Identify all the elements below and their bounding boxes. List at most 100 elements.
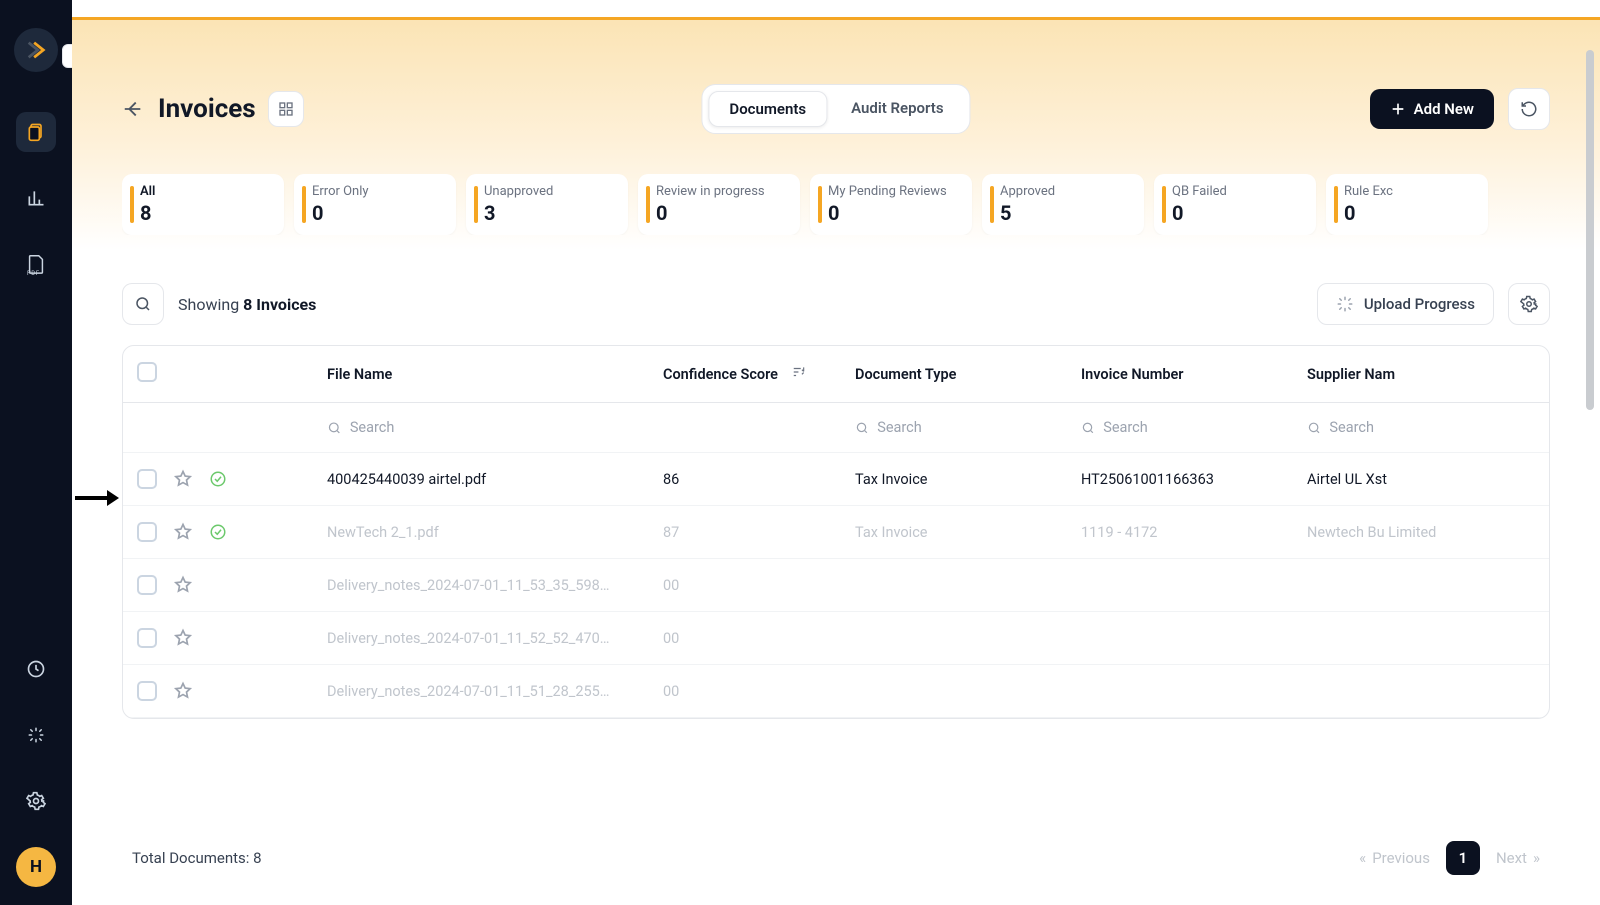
cell-file-name: Delivery_notes_2024-07-01_11_53_35_598… <box>313 559 649 612</box>
col-doc-type[interactable]: Document Type <box>841 346 1067 403</box>
pdf-icon: PDF <box>25 253 47 275</box>
col-invoice-number[interactable]: Invoice Number <box>1067 346 1293 403</box>
col-file-name[interactable]: File Name <box>313 346 649 403</box>
approved-icon <box>209 470 227 488</box>
cell-doc-type <box>841 612 1067 665</box>
status-card-all[interactable]: All8 <box>122 174 284 235</box>
filter-file-name[interactable] <box>327 413 635 442</box>
user-avatar[interactable]: H <box>16 847 56 887</box>
cell-confidence: 00 <box>649 612 841 665</box>
table-row[interactable]: NewTech 2_1.pdf87Tax Invoice1119 - 4172N… <box>123 506 1549 559</box>
status-card-review-in-progress[interactable]: Review in progress0 <box>638 174 800 235</box>
sidebar-item-history[interactable] <box>16 649 56 689</box>
sidebar-nav-bottom: H <box>0 649 72 887</box>
pager-next[interactable]: Next » <box>1496 849 1540 867</box>
row-checkbox[interactable] <box>137 681 157 701</box>
approved-icon <box>209 523 227 541</box>
data-table: File Name Confidence Score Document Type… <box>122 345 1550 719</box>
total-documents: Total Documents: 8 <box>132 849 262 867</box>
star-icon[interactable] <box>173 628 193 648</box>
sort-icon <box>792 365 806 379</box>
page-scrollbar[interactable] <box>1584 20 1596 905</box>
col-supplier-name[interactable]: Supplier Nam <box>1293 346 1549 403</box>
cell-file-name: Delivery_notes_2024-07-01_11_51_28_255… <box>313 665 649 718</box>
sidebar-item-analytics[interactable] <box>16 178 56 218</box>
status-card-qb-failed[interactable]: QB Failed0 <box>1154 174 1316 235</box>
main-area: Invoices Documents Audit Reports Add New… <box>72 20 1600 905</box>
tab-documents[interactable]: Documents <box>708 91 827 127</box>
row-checkbox[interactable] <box>137 575 157 595</box>
tab-audit-reports[interactable]: Audit Reports <box>831 91 963 127</box>
cell-file-name: 400425440039 airtel.pdf <box>313 453 649 506</box>
status-card-my-pending-reviews[interactable]: My Pending Reviews0 <box>810 174 972 235</box>
sidebar-item-pdf[interactable]: PDF <box>16 244 56 284</box>
row-checkbox[interactable] <box>137 628 157 648</box>
cell-file-name: NewTech 2_1.pdf <box>313 506 649 559</box>
showing-count: Showing 8 Invoices <box>178 295 316 314</box>
page-title: Invoices <box>158 94 256 124</box>
cell-invoice-number <box>1067 612 1293 665</box>
table-row[interactable]: Delivery_notes_2024-07-01_11_51_28_255…0… <box>123 665 1549 718</box>
add-new-button[interactable]: Add New <box>1370 89 1494 129</box>
cell-supplier <box>1293 612 1549 665</box>
status-filter-strip[interactable]: All8Error Only0Unapproved3Review in prog… <box>122 174 1600 235</box>
star-icon[interactable] <box>173 681 193 701</box>
star-icon[interactable] <box>173 522 193 542</box>
status-card-unapproved[interactable]: Unapproved3 <box>466 174 628 235</box>
cell-supplier <box>1293 559 1549 612</box>
filter-doc-type[interactable] <box>855 413 1053 442</box>
pager-prev[interactable]: « Previous <box>1359 849 1430 867</box>
select-all-checkbox[interactable] <box>137 362 157 382</box>
cell-invoice-number <box>1067 665 1293 718</box>
sidebar-item-loading[interactable] <box>16 715 56 755</box>
add-new-label: Add New <box>1414 100 1474 118</box>
upload-progress-button[interactable]: Upload Progress <box>1317 283 1494 325</box>
table-row[interactable]: Delivery_notes_2024-07-01_11_52_52_470…0… <box>123 612 1549 665</box>
pagination: « Previous 1 Next » <box>1359 841 1540 875</box>
cell-confidence: 00 <box>649 559 841 612</box>
cell-supplier: Airtel UL Xst <box>1293 453 1549 506</box>
cell-confidence: 00 <box>649 665 841 718</box>
back-button[interactable] <box>122 98 144 120</box>
table-footer: Total Documents: 8 « Previous 1 Next » <box>122 823 1550 875</box>
layout-grid-button[interactable] <box>268 91 304 127</box>
cell-supplier: Newtech Bu Limited <box>1293 506 1549 559</box>
cell-confidence: 87 <box>649 506 841 559</box>
app-logo <box>14 28 58 72</box>
upload-progress-label: Upload Progress <box>1364 295 1475 313</box>
sidebar-nav-top: PDF <box>16 112 56 284</box>
sidebar-item-documents[interactable] <box>16 112 56 152</box>
status-card-rule-exc[interactable]: Rule Exc0 <box>1326 174 1488 235</box>
pager-current[interactable]: 1 <box>1446 841 1480 875</box>
refresh-button[interactable] <box>1508 88 1550 130</box>
page-header: Invoices Documents Audit Reports Add New <box>122 20 1600 130</box>
star-icon[interactable] <box>173 575 193 595</box>
cell-invoice-number <box>1067 559 1293 612</box>
cell-doc-type: Tax Invoice <box>841 453 1067 506</box>
table-toolbar: Showing 8 Invoices Upload Progress <box>122 283 1600 325</box>
cell-confidence: 86 <box>649 453 841 506</box>
table-settings-button[interactable] <box>1508 283 1550 325</box>
cell-invoice-number: 1119 - 4172 <box>1067 506 1293 559</box>
sidebar: PDF H <box>0 0 72 905</box>
star-icon[interactable] <box>173 469 193 489</box>
row-checkbox[interactable] <box>137 522 157 542</box>
annotation-arrow <box>75 478 125 518</box>
search-button[interactable] <box>122 283 164 325</box>
view-switch: Documents Audit Reports <box>701 84 970 134</box>
row-checkbox[interactable] <box>137 469 157 489</box>
cell-invoice-number: HT25061001166363 <box>1067 453 1293 506</box>
col-confidence[interactable]: Confidence Score <box>649 346 841 403</box>
cell-doc-type <box>841 559 1067 612</box>
filter-supplier[interactable] <box>1307 413 1535 442</box>
filter-invoice-number[interactable] <box>1081 413 1279 442</box>
table-row[interactable]: Delivery_notes_2024-07-01_11_53_35_598…0… <box>123 559 1549 612</box>
cell-file-name: Delivery_notes_2024-07-01_11_52_52_470… <box>313 612 649 665</box>
cell-supplier <box>1293 665 1549 718</box>
status-card-error-only[interactable]: Error Only0 <box>294 174 456 235</box>
table-row[interactable]: 400425440039 airtel.pdf86Tax InvoiceHT25… <box>123 453 1549 506</box>
sidebar-item-settings[interactable] <box>16 781 56 821</box>
cell-doc-type: Tax Invoice <box>841 506 1067 559</box>
cell-doc-type <box>841 665 1067 718</box>
status-card-approved[interactable]: Approved5 <box>982 174 1144 235</box>
